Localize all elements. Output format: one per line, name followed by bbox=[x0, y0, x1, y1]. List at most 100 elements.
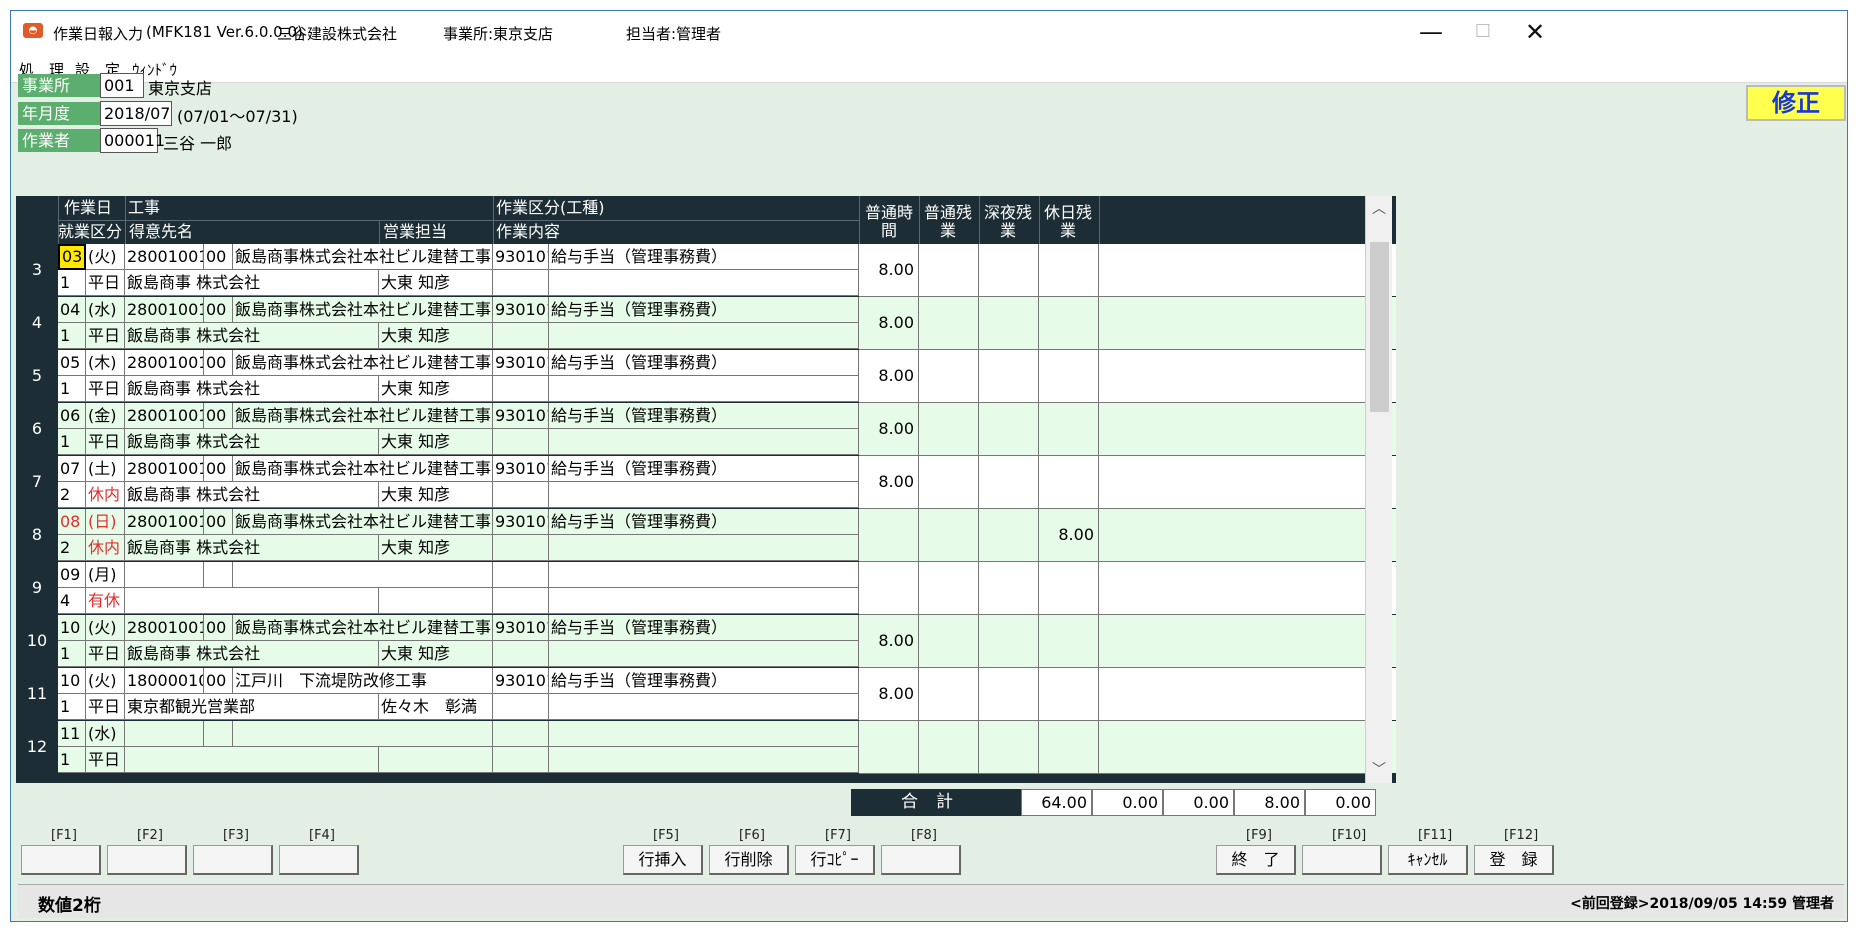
job-sub-cell[interactable]: 00 bbox=[204, 668, 233, 694]
client-cell[interactable]: 飯島商事 株式会社 bbox=[125, 429, 379, 455]
job-code-cell[interactable]: 28001001 bbox=[125, 403, 204, 429]
job-code-cell[interactable]: 18000010 bbox=[125, 668, 204, 694]
content-cell[interactable] bbox=[549, 535, 859, 561]
shift-code-cell[interactable]: 1 bbox=[58, 429, 86, 455]
category-name-cell[interactable]: 給与手当（管理事務費） bbox=[549, 668, 859, 694]
regular-ot-cell[interactable] bbox=[919, 403, 979, 456]
job-sub-cell[interactable]: 00 bbox=[204, 297, 233, 323]
work-day-cell[interactable]: 11 bbox=[58, 721, 86, 747]
shift-name-cell[interactable]: 平日 bbox=[86, 747, 125, 773]
content-code-cell[interactable] bbox=[493, 482, 549, 508]
job-name-cell[interactable]: 飯島商事株式会社本社ビル建替工事 bbox=[233, 456, 493, 482]
client-cell[interactable]: 東京都観光営業部 bbox=[125, 694, 379, 720]
night-ot-cell[interactable] bbox=[979, 668, 1039, 721]
regular-hours-cell[interactable]: 8.00 bbox=[859, 615, 919, 668]
night-ot-cell[interactable] bbox=[979, 615, 1039, 668]
job-sub-cell[interactable]: 00 bbox=[204, 403, 233, 429]
job-code-cell[interactable]: 28001001 bbox=[125, 509, 204, 535]
extra-cell[interactable] bbox=[1099, 403, 1370, 456]
category-name-cell[interactable]: 給与手当（管理事務費） bbox=[549, 403, 859, 429]
category-code-cell[interactable] bbox=[493, 562, 549, 588]
regular-hours-cell[interactable]: 8.00 bbox=[859, 668, 919, 721]
category-code-cell[interactable]: 930101 bbox=[493, 297, 549, 323]
client-cell[interactable]: 飯島商事 株式会社 bbox=[125, 270, 379, 296]
content-code-cell[interactable] bbox=[493, 429, 549, 455]
work-day-cell[interactable]: 09 bbox=[58, 562, 86, 588]
table-row[interactable]: 606(金)2800100100飯島商事株式会社本社ビル建替工事930101給与… bbox=[16, 403, 1396, 456]
table-row[interactable]: 9 09 (月) 4 有休 bbox=[16, 562, 1396, 615]
content-code-cell[interactable] bbox=[493, 376, 549, 402]
table-row[interactable]: 1010(火)2800100100飯島商事株式会社本社ビル建替工事930101給… bbox=[16, 615, 1396, 668]
client-cell[interactable] bbox=[125, 588, 379, 614]
extra-cell[interactable] bbox=[1099, 668, 1370, 721]
extra-cell[interactable] bbox=[1099, 350, 1370, 403]
client-cell[interactable]: 飯島商事 株式会社 bbox=[125, 535, 379, 561]
content-code-cell[interactable] bbox=[493, 270, 549, 296]
night-ot-cell[interactable] bbox=[979, 244, 1039, 297]
job-code-cell[interactable]: 28001001 bbox=[125, 456, 204, 482]
regular-ot-cell[interactable] bbox=[919, 615, 979, 668]
weekday-cell[interactable]: (火) bbox=[86, 615, 125, 641]
scroll-up-icon[interactable]: ︿ bbox=[1366, 198, 1392, 220]
job-name-cell[interactable] bbox=[233, 721, 493, 747]
work-day-cell[interactable]: 04 bbox=[58, 297, 86, 323]
holiday-ot-cell[interactable] bbox=[1039, 615, 1099, 668]
regular-hours-cell[interactable]: 8.00 bbox=[859, 297, 919, 350]
shift-code-cell[interactable]: 2 bbox=[58, 482, 86, 508]
table-row[interactable]: 707(土)2800100100飯島商事株式会社本社ビル建替工事930101給与… bbox=[16, 456, 1396, 509]
holiday-ot-cell[interactable] bbox=[1039, 456, 1099, 509]
job-code-cell[interactable]: 28001001 bbox=[125, 297, 204, 323]
job-sub-cell[interactable] bbox=[204, 562, 233, 588]
extra-cell[interactable] bbox=[1099, 562, 1370, 615]
job-name-cell[interactable]: 飯島商事株式会社本社ビル建替工事 bbox=[233, 403, 493, 429]
job-sub-cell[interactable]: 00 bbox=[204, 244, 233, 270]
table-row[interactable]: 1110(火)1800001000江戸川 下流堤防改修工事930101給与手当（… bbox=[16, 668, 1396, 721]
extra-cell[interactable] bbox=[1099, 456, 1370, 509]
shift-code-cell[interactable]: 1 bbox=[58, 376, 86, 402]
category-code-cell[interactable]: 930101 bbox=[493, 668, 549, 694]
holiday-ot-cell[interactable] bbox=[1039, 721, 1099, 774]
worker-code-field[interactable]: 000011 bbox=[100, 128, 165, 153]
shift-code-cell[interactable]: 1 bbox=[58, 270, 86, 296]
category-code-cell[interactable]: 930101 bbox=[493, 350, 549, 376]
content-cell[interactable] bbox=[549, 747, 859, 773]
job-name-cell[interactable]: 飯島商事株式会社本社ビル建替工事 bbox=[233, 509, 493, 535]
sales-rep-cell[interactable]: 大東 知彦 bbox=[379, 641, 493, 667]
regular-hours-cell[interactable] bbox=[859, 562, 919, 615]
extra-cell[interactable] bbox=[1099, 244, 1370, 297]
night-ot-cell[interactable] bbox=[979, 509, 1039, 562]
content-cell[interactable] bbox=[549, 270, 859, 296]
office-code-field[interactable]: 001 bbox=[100, 73, 144, 98]
weekday-cell[interactable]: (月) bbox=[86, 562, 125, 588]
regular-hours-cell[interactable] bbox=[859, 509, 919, 562]
content-code-cell[interactable] bbox=[493, 588, 549, 614]
job-sub-cell[interactable] bbox=[204, 721, 233, 747]
category-code-cell[interactable]: 930101 bbox=[493, 244, 549, 270]
content-cell[interactable] bbox=[549, 694, 859, 720]
f1-button[interactable] bbox=[21, 845, 101, 875]
minimize-button[interactable]: — bbox=[1411, 15, 1451, 49]
shift-code-cell[interactable]: 1 bbox=[58, 323, 86, 349]
sales-rep-cell[interactable]: 大東 知彦 bbox=[379, 535, 493, 561]
content-cell[interactable] bbox=[549, 588, 859, 614]
weekday-cell[interactable]: (土) bbox=[86, 456, 125, 482]
job-name-cell[interactable]: 飯島商事株式会社本社ビル建替工事 bbox=[233, 350, 493, 376]
job-code-cell[interactable] bbox=[125, 562, 204, 588]
work-day-cell[interactable]: 07 bbox=[58, 456, 86, 482]
extra-cell[interactable] bbox=[1099, 615, 1370, 668]
content-cell[interactable] bbox=[549, 429, 859, 455]
job-sub-cell[interactable]: 00 bbox=[204, 350, 233, 376]
job-sub-cell[interactable]: 00 bbox=[204, 509, 233, 535]
night-ot-cell[interactable] bbox=[979, 562, 1039, 615]
category-name-cell[interactable]: 給与手当（管理事務費） bbox=[549, 615, 859, 641]
f5-button[interactable]: 行挿入 bbox=[623, 845, 703, 875]
f9-button[interactable]: 終 了 bbox=[1216, 845, 1296, 875]
regular-ot-cell[interactable] bbox=[919, 456, 979, 509]
regular-ot-cell[interactable] bbox=[919, 509, 979, 562]
maximize-button[interactable]: ☐ bbox=[1463, 15, 1503, 49]
work-day-cell[interactable]: 10 bbox=[58, 668, 86, 694]
work-day-cell[interactable]: 03 bbox=[58, 244, 86, 270]
f4-button[interactable] bbox=[279, 845, 359, 875]
work-day-cell[interactable]: 08 bbox=[58, 509, 86, 535]
category-code-cell[interactable]: 930101 bbox=[493, 456, 549, 482]
